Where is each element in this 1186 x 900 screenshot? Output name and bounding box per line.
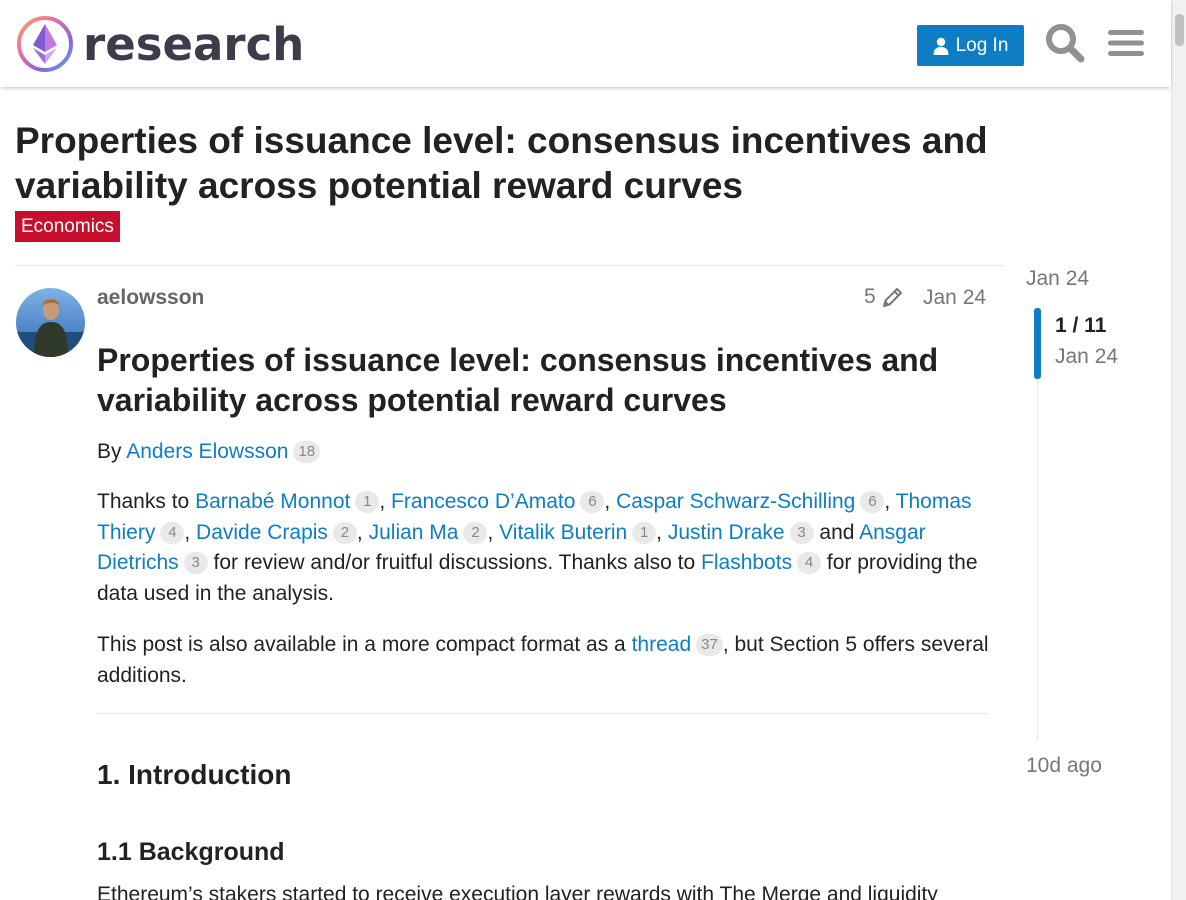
thread-click-count: 37 xyxy=(696,634,723,656)
separator: , xyxy=(184,520,197,544)
person-link[interactable]: Caspar Schwarz-Schilling xyxy=(616,490,855,513)
person-link[interactable]: Francesco D’Amato xyxy=(391,490,575,513)
timeline-handle-date: Jan 24 xyxy=(1055,345,1119,368)
separator: , xyxy=(356,520,369,544)
hamburger-menu-button[interactable] xyxy=(1106,22,1146,64)
site-header: research Log In xyxy=(0,0,1171,87)
user-icon xyxy=(933,37,949,55)
logo-text: research xyxy=(83,17,305,71)
hamburger-menu-icon xyxy=(1108,30,1144,56)
mention-count: 3 xyxy=(789,521,814,544)
mention-count: 4 xyxy=(797,552,822,574)
separator: , xyxy=(379,490,392,513)
ethereum-research-logo-icon xyxy=(17,16,73,72)
thread-link[interactable]: thread xyxy=(632,633,692,656)
mention-count: 1 xyxy=(355,491,380,513)
section-heading-background: 1.1 Background xyxy=(97,838,285,866)
separator: and xyxy=(813,520,860,544)
post-section-divider xyxy=(97,713,989,714)
post-heading: Properties of issuance level: consensus … xyxy=(97,342,939,418)
post-byline: By Anders Elowsson 18 xyxy=(97,437,989,467)
scrollbar-thumb[interactable] xyxy=(1175,14,1184,46)
thanks-prefix: Thanks to xyxy=(97,490,196,513)
org-link[interactable]: Flashbots xyxy=(701,551,792,574)
topic-divider xyxy=(15,265,1005,266)
site-logo[interactable]: research xyxy=(16,14,304,74)
separator: , xyxy=(656,520,668,544)
mention-count: 1 xyxy=(632,521,657,544)
thanks-paragraph: Thanks to Barnabé Monnot 1, Francesco D’A… xyxy=(97,487,989,609)
timeline-position: 1 / 11 xyxy=(1055,314,1107,337)
timeline-end-date[interactable]: 10d ago xyxy=(1026,754,1102,778)
mention-count: 2 xyxy=(332,521,357,544)
mention-count: 4 xyxy=(160,521,185,544)
author-link[interactable]: Anders Elowsson xyxy=(126,440,288,463)
user-avatar-photo xyxy=(16,288,85,357)
author-mention-count: 18 xyxy=(293,441,321,463)
topic-title: Properties of issuance level: consensus … xyxy=(15,120,988,206)
timeline-start-date[interactable]: Jan 24 xyxy=(1026,267,1089,291)
post-date[interactable]: Jan 24 xyxy=(923,286,986,310)
log-in-button[interactable]: Log In xyxy=(917,25,1024,66)
mention-count: 2 xyxy=(463,521,488,544)
compact-prefix: This post is also available in a more co… xyxy=(97,633,632,656)
byline-prefix: By xyxy=(97,440,127,463)
mention-count: 3 xyxy=(183,552,208,574)
separator: , xyxy=(884,490,896,513)
section-heading-introduction: 1. Introduction xyxy=(97,759,292,790)
search-icon xyxy=(1046,24,1085,63)
mention-count: 6 xyxy=(860,491,885,513)
page-scrollbar[interactable] xyxy=(1171,0,1186,900)
timeline-scroll-handle[interactable] xyxy=(1034,308,1041,379)
search-button[interactable] xyxy=(1044,22,1086,64)
post-body: Properties of issuance level: consensus … xyxy=(97,340,989,691)
compact-format-paragraph: This post is also available in a more co… xyxy=(97,630,989,691)
post-paragraph-partial: Ethereum’s stakers started to receive ex… xyxy=(97,883,938,900)
pencil-icon xyxy=(882,288,902,307)
edit-history-button[interactable]: 5 xyxy=(864,285,904,309)
category-badge-economics[interactable]: Economics xyxy=(15,211,120,242)
person-link[interactable]: Julian Ma xyxy=(369,521,459,544)
post-username[interactable]: aelowsson xyxy=(97,286,204,310)
person-link[interactable]: Barnabé Monnot xyxy=(195,490,350,513)
separator: , xyxy=(487,520,500,544)
person-link[interactable]: Vitalik Buterin xyxy=(499,521,627,544)
thanks-middle: for review and/or fruitful discussions. … xyxy=(207,551,702,574)
separator: , xyxy=(604,490,617,513)
person-link[interactable]: Justin Drake xyxy=(668,521,785,544)
edit-count: 5 xyxy=(864,285,876,308)
person-link[interactable]: Davide Crapis xyxy=(196,521,328,544)
avatar[interactable] xyxy=(16,288,85,357)
mention-count: 6 xyxy=(580,491,605,513)
log-in-label: Log In xyxy=(955,34,1009,56)
